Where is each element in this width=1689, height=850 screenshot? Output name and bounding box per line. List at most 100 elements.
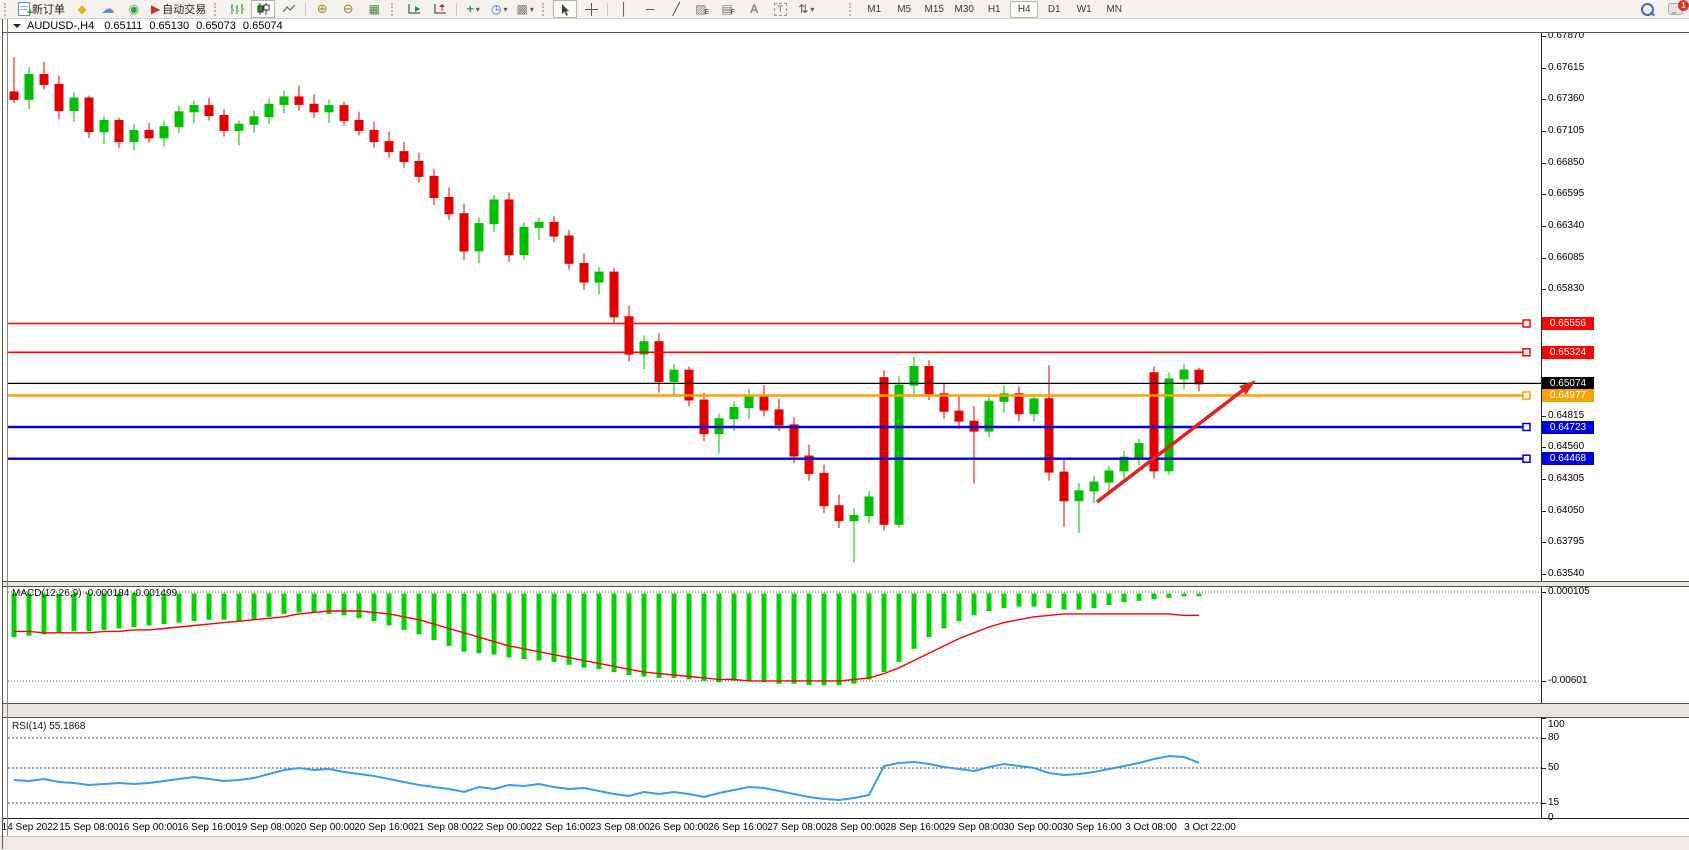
macd-tick-label: -0.00601 bbox=[1548, 675, 1587, 686]
line-chart-button[interactable] bbox=[277, 0, 301, 18]
tab-timeframe-MN[interactable]: MN bbox=[1100, 1, 1128, 18]
price-tick-label: 0.67615 bbox=[1548, 62, 1584, 73]
price-tick-label: 0.66340 bbox=[1548, 220, 1584, 231]
chart-canvas[interactable] bbox=[0, 0, 1689, 849]
macd-tick-label: 0.000105 bbox=[1548, 586, 1590, 597]
text-button[interactable]: A bbox=[742, 0, 766, 18]
cursor-icon bbox=[560, 3, 571, 16]
timeframe-group: M1M5M15M30H1H4D1W1MN bbox=[859, 1, 1129, 18]
zoom-out-icon: ⊖ bbox=[343, 3, 354, 15]
signals-button[interactable]: ◉ bbox=[122, 0, 146, 18]
autotrading-icon: ▶ bbox=[151, 3, 160, 15]
vertical-line-button[interactable]: │ bbox=[612, 0, 636, 18]
terminal-button[interactable]: ☁ bbox=[96, 0, 120, 18]
indicators-button[interactable]: +▾ bbox=[461, 0, 485, 18]
arrows-icon: ⇅ bbox=[798, 3, 808, 15]
pane-splitter-macd[interactable] bbox=[3, 581, 1689, 587]
new-order-icon: + bbox=[18, 2, 30, 16]
tab-timeframe-M5[interactable]: M5 bbox=[890, 1, 918, 18]
date-label: 3 Oct 22:00 bbox=[1175, 822, 1245, 833]
crosshair-button[interactable] bbox=[579, 0, 603, 18]
tab-timeframe-H4[interactable]: H4 bbox=[1010, 1, 1038, 18]
price-tickmark bbox=[1541, 226, 1546, 227]
bar-chart-button[interactable] bbox=[225, 0, 249, 18]
time-axis-line bbox=[3, 818, 1689, 819]
status-strip bbox=[0, 836, 1689, 850]
price-tick-label: 0.63795 bbox=[1548, 536, 1584, 547]
tab-timeframe-M15[interactable]: M15 bbox=[920, 1, 948, 18]
zoom-out-button[interactable]: ⊖ bbox=[336, 0, 360, 18]
rsi-tick-label: 50 bbox=[1548, 762, 1559, 773]
rsi-tickmark bbox=[1541, 718, 1546, 719]
new-order-button[interactable]: + 新订单 bbox=[15, 0, 68, 18]
tab-timeframe-M1[interactable]: M1 bbox=[860, 1, 888, 18]
symbol-dropdown-icon[interactable] bbox=[13, 24, 21, 32]
zoom-in-icon: ⊕ bbox=[317, 3, 328, 15]
crosshair-icon bbox=[585, 3, 598, 16]
quote-high: 0.65130 bbox=[149, 20, 189, 32]
price-tick-label: 0.64560 bbox=[1548, 441, 1584, 452]
macd-tickmark bbox=[1541, 681, 1546, 682]
horizontal-line-icon: ─ bbox=[646, 3, 655, 15]
chart-shift-button[interactable] bbox=[428, 0, 452, 18]
macd-tickmark bbox=[1541, 592, 1546, 593]
tile-windows-icon: ▦ bbox=[369, 3, 380, 15]
zoom-in-button[interactable]: ⊕ bbox=[310, 0, 334, 18]
window-left-border bbox=[2, 18, 3, 849]
trendline-icon: ╱ bbox=[673, 3, 680, 15]
price-tick-label: 0.64815 bbox=[1548, 410, 1584, 421]
price-tick-label: 0.66595 bbox=[1548, 188, 1584, 199]
toolbar-grip[interactable] bbox=[4, 3, 11, 16]
price-badge: 0.65324 bbox=[1542, 346, 1594, 359]
toolbar-grip[interactable] bbox=[391, 3, 398, 16]
rsi-label: RSI(14) 55.1868 bbox=[12, 721, 85, 732]
fibonacci-button[interactable]: ▤F bbox=[716, 0, 740, 18]
templates-icon: ▩ bbox=[517, 3, 528, 15]
price-tickmark bbox=[1541, 194, 1546, 195]
channel-button[interactable]: ▨E bbox=[690, 0, 714, 18]
periods-icon: ◷ bbox=[491, 3, 501, 15]
price-tickmark bbox=[1541, 99, 1546, 100]
quote-close: 0.65074 bbox=[243, 20, 283, 32]
templates-button[interactable]: ▩▾ bbox=[513, 0, 537, 18]
tab-timeframe-H1[interactable]: H1 bbox=[980, 1, 1008, 18]
price-tickmark bbox=[1541, 416, 1546, 417]
price-tick-label: 0.63540 bbox=[1548, 568, 1584, 579]
cursor-button[interactable] bbox=[553, 0, 577, 18]
line-chart-icon bbox=[282, 3, 296, 15]
price-tickmark bbox=[1541, 36, 1546, 37]
price-tickmark bbox=[1541, 289, 1546, 290]
price-tick-label: 0.64050 bbox=[1548, 505, 1584, 516]
price-tick-label: 0.67360 bbox=[1548, 93, 1584, 104]
price-tick-label: 0.66085 bbox=[1548, 252, 1584, 263]
bar-chart-icon bbox=[230, 3, 244, 15]
price-tick-label: 0.66850 bbox=[1548, 157, 1584, 168]
chat-icon[interactable]: 1 bbox=[1668, 3, 1683, 15]
tab-timeframe-M30[interactable]: M30 bbox=[950, 1, 978, 18]
horizontal-line-button[interactable]: ─ bbox=[638, 0, 662, 18]
price-tickmark bbox=[1541, 163, 1546, 164]
toolbar-grip[interactable] bbox=[849, 3, 856, 16]
quote-open: 0.65111 bbox=[104, 20, 142, 32]
toolbar-grip[interactable] bbox=[214, 3, 221, 16]
arrows-button[interactable]: ⇅▾ bbox=[794, 0, 818, 18]
trendline-button[interactable]: ╱ bbox=[664, 0, 688, 18]
auto-scroll-button[interactable] bbox=[402, 0, 426, 18]
text-label-icon: T bbox=[774, 3, 787, 16]
text-label-button[interactable]: T bbox=[768, 0, 792, 18]
tile-windows-button[interactable]: ▦ bbox=[362, 0, 386, 18]
search-icon[interactable] bbox=[1641, 3, 1654, 16]
pane-splitter-rsi[interactable] bbox=[3, 703, 1689, 718]
periods-button[interactable]: ◷▾ bbox=[487, 0, 511, 18]
price-badge: 0.64723 bbox=[1542, 421, 1594, 434]
metaeditor-button[interactable]: ◆ bbox=[70, 0, 94, 18]
quote-low: 0.65073 bbox=[196, 20, 236, 32]
tab-timeframe-W1[interactable]: W1 bbox=[1070, 1, 1098, 18]
toolbar-grip[interactable] bbox=[542, 3, 549, 16]
autotrading-label: 自动交易 bbox=[162, 1, 206, 17]
rsi-tickmark bbox=[1541, 738, 1546, 739]
tab-timeframe-D1[interactable]: D1 bbox=[1040, 1, 1068, 18]
candlestick-button[interactable] bbox=[251, 0, 275, 18]
autotrading-button[interactable]: ▶ 自动交易 bbox=[148, 0, 209, 18]
rsi-tickmark bbox=[1541, 818, 1546, 819]
